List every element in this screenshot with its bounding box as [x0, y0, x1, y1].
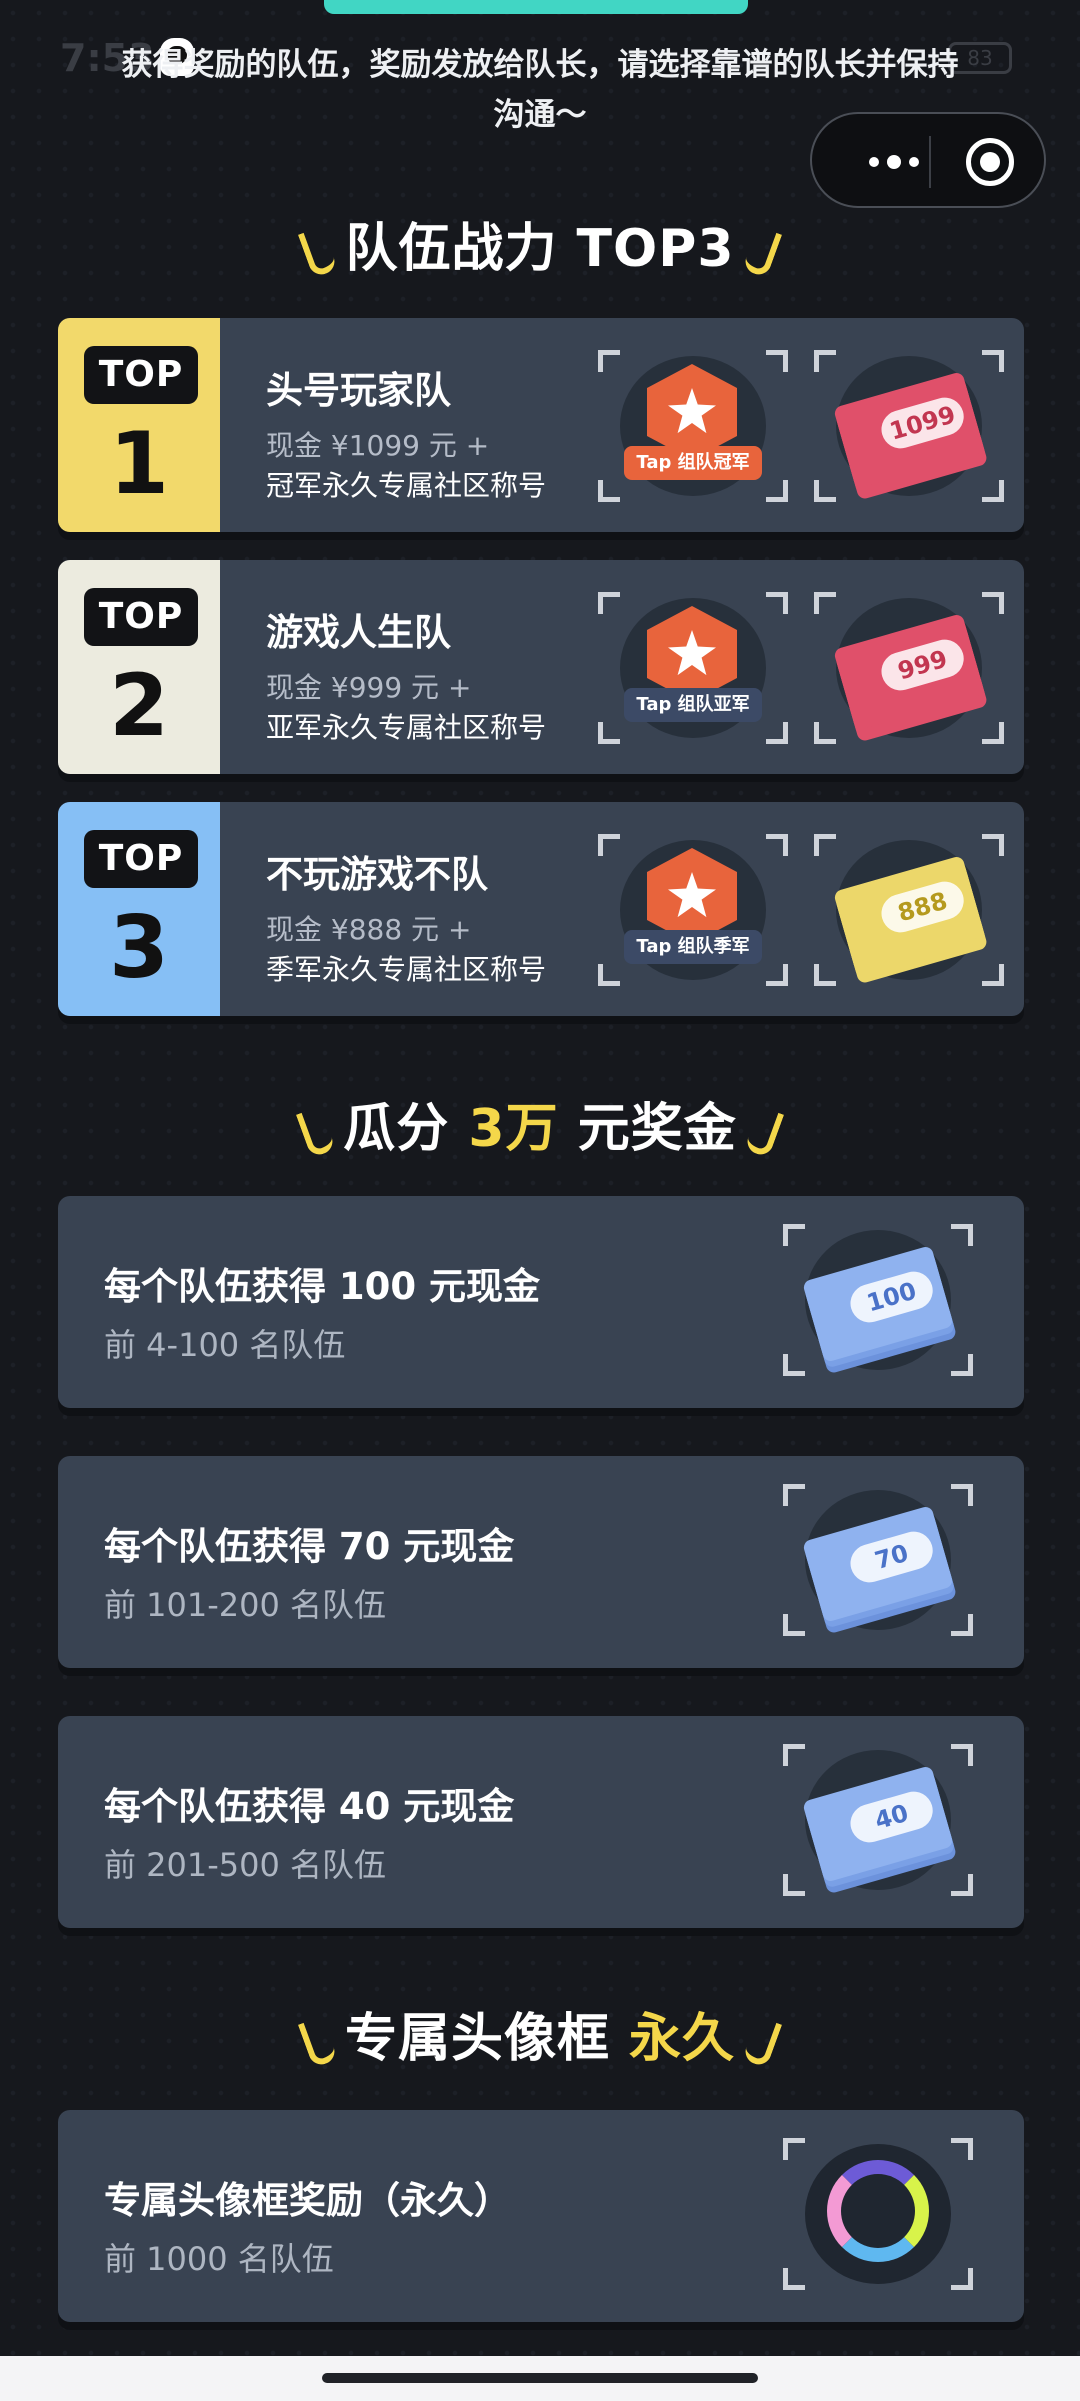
badge-frame: Tap 组队季军 [598, 834, 788, 986]
avatar-frame-prize-card: 专属头像框奖励（永久） 前 1000 名队伍 [58, 2110, 1024, 2322]
avatar-frame-ring-icon [827, 2160, 929, 2262]
rank-number: 3 [109, 898, 169, 998]
top-tag: TOP [84, 588, 198, 646]
cash-frame: 40 [783, 1744, 973, 1896]
team-name: 不玩游戏不队 [266, 853, 488, 896]
cash-frame: 70 [783, 1484, 973, 1636]
rank-block: TOP 2 [58, 560, 220, 774]
prize-subtitle: 前 201-500 名队伍 [104, 1846, 387, 1884]
section-title-highlight: 3万 [468, 1099, 559, 1159]
cash-amount: 999 [876, 635, 969, 695]
rank-number: 2 [109, 656, 169, 756]
team-name: 游戏人生队 [266, 611, 451, 654]
top-tag: TOP [84, 830, 198, 888]
cash-amount: 888 [876, 877, 969, 937]
avatar-frame-image [783, 2138, 973, 2290]
prize-title: 每个队伍获得 100 元现金 [104, 1265, 540, 1308]
prize-subtitle: 前 101-200 名队伍 [104, 1586, 387, 1624]
section-title-avatar-frame: 专属头像框 永久 [0, 1996, 1080, 2071]
badge-ribbon: Tap 组队亚军 [624, 688, 762, 722]
cash-prize-text: 现金 ¥999 元 + [266, 671, 472, 704]
cash-amount: 40 [845, 1787, 938, 1847]
capsule-divider [929, 136, 931, 188]
cash-prize-card: 每个队伍获得 100 元现金 前 4-100 名队伍 100 [58, 1196, 1024, 1408]
section-title-text: 专属头像框 [344, 2009, 630, 2069]
cash-amount: 100 [845, 1267, 938, 1327]
cash-prize-text: 现金 ¥888 元 + [266, 913, 472, 946]
more-icon[interactable] [846, 142, 942, 182]
prize-title: 每个队伍获得 40 元现金 [104, 1785, 515, 1828]
cash-amount: 70 [845, 1527, 938, 1587]
badge-frame: Tap 组队冠军 [598, 350, 788, 502]
section-title-highlight: 永久 [629, 2009, 736, 2069]
rank-block: TOP 3 [58, 802, 220, 1016]
top-team-card: TOP 1 头号玩家队 现金 ¥1099 元 + 冠军永久专属社区称号 Tap … [58, 318, 1024, 532]
cash-amount: 1099 [876, 393, 969, 453]
laurel-left-icon [297, 2015, 339, 2069]
badge-ribbon: Tap 组队冠军 [624, 446, 762, 480]
home-indicator [322, 2373, 758, 2383]
top-tag: TOP [84, 346, 198, 404]
mini-program-capsule [810, 112, 1046, 208]
cash-frame: 999 [814, 592, 1004, 744]
community-title-text: 亚军永久专属社区称号 [266, 711, 547, 744]
cash-frame: 100 [783, 1224, 973, 1376]
top-team-card: TOP 2 游戏人生队 现金 ¥999 元 + 亚军永久专属社区称号 Tap 组… [58, 560, 1024, 774]
section-title-top3: 队伍战力 TOP3 [0, 206, 1080, 281]
laurel-right-icon [743, 1105, 784, 1159]
prize-title: 每个队伍获得 70 元现金 [104, 1525, 515, 1568]
rank-block: TOP 1 [58, 318, 220, 532]
community-title-text: 冠军永久专属社区称号 [266, 469, 547, 502]
cash-prize-card: 每个队伍获得 40 元现金 前 201-500 名队伍 40 [58, 1716, 1024, 1928]
team-name: 头号玩家队 [266, 369, 451, 412]
section-title-text: 瓜分 [343, 1099, 469, 1159]
rank-number: 1 [109, 414, 169, 514]
cash-frame: 1099 [814, 350, 1004, 502]
laurel-right-icon [741, 2015, 783, 2069]
badge-frame: Tap 组队亚军 [598, 592, 788, 744]
section-title-text: 队伍战力 TOP3 [345, 219, 735, 279]
prize-subtitle: 前 4-100 名队伍 [104, 1326, 346, 1364]
cash-prize-card: 每个队伍获得 70 元现金 前 101-200 名队伍 70 [58, 1456, 1024, 1668]
cash-prize-text: 现金 ¥1099 元 + [266, 429, 490, 462]
laurel-left-icon [298, 225, 339, 279]
close-icon[interactable] [966, 138, 1014, 186]
prize-subtitle: 前 1000 名队伍 [104, 2240, 334, 2278]
prize-title: 专属头像框奖励（永久） [104, 2179, 511, 2222]
top-team-card: TOP 3 不玩游戏不队 现金 ¥888 元 + 季军永久专属社区称号 Tap … [58, 802, 1024, 1016]
laurel-left-icon [296, 1105, 337, 1159]
community-title-text: 季军永久专属社区称号 [266, 953, 547, 986]
laurel-right-icon [741, 225, 782, 279]
badge-ribbon: Tap 组队季军 [624, 930, 762, 964]
section-title-split: 瓜分 3万 元奖金 [0, 1086, 1080, 1161]
section-title-text: 元奖金 [558, 1099, 737, 1159]
cash-frame: 888 [814, 834, 1004, 986]
